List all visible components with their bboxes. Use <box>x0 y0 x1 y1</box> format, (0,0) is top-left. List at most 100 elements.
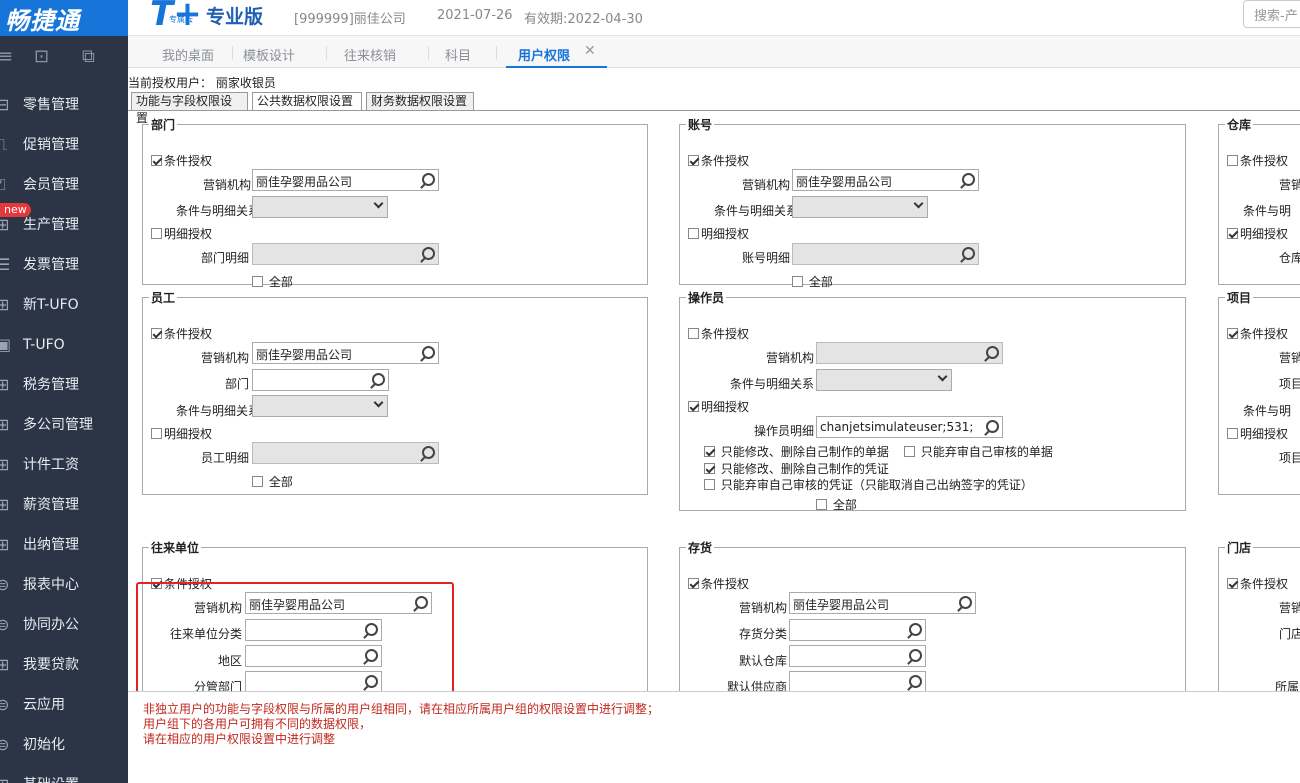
checkbox-unchecked[interactable] <box>816 499 827 510</box>
project-detail-auth[interactable]: 明细授权 <box>1227 425 1288 442</box>
operator-cond-auth[interactable]: 条件授权 <box>688 325 749 342</box>
checkbox-checked[interactable] <box>704 446 715 457</box>
tab-user-permission[interactable]: 用户权限 <box>518 45 570 64</box>
checkbox-checked[interactable] <box>688 401 699 412</box>
checkbox-checked[interactable] <box>151 328 162 339</box>
close-icon[interactable]: ✕ <box>584 43 596 59</box>
tab-my-desktop[interactable]: 我的桌面 <box>162 45 214 64</box>
tab-reconcile[interactable]: 往来核销 <box>344 45 396 64</box>
employee-marketing-input[interactable]: 丽佳孕婴用品公司 <box>252 342 439 364</box>
operator-detail-input[interactable]: chanjetsimulateuser;531; <box>816 416 1003 438</box>
inventory-cond-auth[interactable]: 条件授权 <box>688 575 749 592</box>
checkbox-checked[interactable] <box>688 155 699 166</box>
sidebar-item-14[interactable]: ⊜ 协同办公 <box>0 605 128 645</box>
project-rel-label: 条件与明 <box>1243 404 1292 418</box>
menu-icon[interactable]: ≡ <box>0 46 13 67</box>
checkbox-unchecked[interactable] <box>688 228 699 239</box>
sidebar: 畅捷通 ≡ ⊡ ⧉ ⊟ 零售管理 ⎍ 促销管理 ⍞ 会员管理 ⊞ 生产管理 ☰ 发票管理 ⊞ 新T-U… <box>0 0 128 783</box>
sidebar-item-7[interactable]: ▣ T-UFO <box>0 325 128 365</box>
checkbox-unchecked[interactable] <box>704 479 715 490</box>
subtab-finance-data[interactable]: 财务数据权限设置 <box>366 92 474 111</box>
dept-marketing-input[interactable]: 丽佳孕婴用品公司 <box>252 169 439 191</box>
sidebar-item-16[interactable]: ⊜ 云应用 <box>0 685 128 725</box>
subtab-function-fields[interactable]: 功能与字段权限设置 <box>131 92 248 125</box>
sidebar-item-12[interactable]: ⊞ 出纳管理 <box>0 525 128 565</box>
checkbox-unchecked[interactable] <box>151 228 162 239</box>
employee-detail-auth[interactable]: 明细授权 <box>151 425 212 442</box>
checkbox-checked[interactable] <box>1227 578 1238 589</box>
checkbox-unchecked[interactable] <box>1227 428 1238 439</box>
checkbox-checked[interactable] <box>688 578 699 589</box>
checkbox-unchecked[interactable] <box>1227 155 1238 166</box>
sidebar-item-8[interactable]: ⊞ 税务管理 <box>0 365 128 405</box>
dept-rel-select[interactable] <box>252 196 388 218</box>
operator-opt-unaudit-vouchers[interactable]: 只能弃审自己审核的凭证（只能取消自己出纳签字的凭证） <box>704 476 1033 493</box>
warehouse-cond-auth[interactable]: 条件授权 <box>1227 152 1288 169</box>
sidebar-item-17[interactable]: ⊜ 初始化 <box>0 725 128 765</box>
warehouse-detail-auth[interactable]: 明细授权 <box>1227 225 1288 242</box>
checkbox-checked[interactable] <box>1227 228 1238 239</box>
new-badge: new <box>0 203 31 217</box>
sidebar-item-10[interactable]: ⊞ 计件工资 <box>0 445 128 485</box>
tab-subjects[interactable]: 科目 <box>445 45 471 64</box>
top-bar: T+ 专属云 专业版 [999999]丽佳公司 2021-07-26 有效期:2… <box>128 0 1300 36</box>
employee-detail-input[interactable] <box>252 442 439 464</box>
company-name[interactable]: [999999]丽佳公司 <box>294 8 406 27</box>
sidebar-item-15[interactable]: ⊞ 我要贷款 <box>0 645 128 685</box>
search-input[interactable]: 搜索-产 <box>1243 0 1300 28</box>
inventory-warehouse-input[interactable] <box>789 645 926 667</box>
sidebar-item-11[interactable]: ⊞ 薪资管理 <box>0 485 128 525</box>
inventory-supplier-input[interactable] <box>789 671 926 691</box>
employee-rel-select[interactable] <box>252 395 388 417</box>
cashier-icon: ⊞ <box>0 535 10 554</box>
operator-opt-edit-vouchers[interactable]: 只能修改、删除自己制作的凭证 <box>704 460 889 477</box>
operator-all[interactable]: 全部 <box>816 496 857 513</box>
sidebar-item-18[interactable]: ⊞ 基础设置 <box>0 765 128 783</box>
tab-template-design[interactable]: 模板设计 <box>243 45 295 64</box>
operator-marketing-input[interactable] <box>816 342 1003 364</box>
new-window-icon[interactable]: ⧉ <box>82 46 95 67</box>
account-cond-auth[interactable]: 条件授权 <box>688 152 749 169</box>
store-cond-auth[interactable]: 条件授权 <box>1227 575 1288 592</box>
checkbox-unchecked[interactable] <box>792 276 803 287</box>
account-all[interactable]: 全部 <box>792 273 833 290</box>
account-detail-input[interactable] <box>792 243 979 265</box>
operator-opt-unaudit-docs[interactable]: 只能弃审自己审核的单据 <box>904 443 1053 460</box>
checkbox-unchecked[interactable] <box>904 446 915 457</box>
account-marketing-input[interactable]: 丽佳孕婴用品公司 <box>792 169 979 191</box>
store-title: 门店 <box>1227 541 1252 555</box>
dept-detail-auth[interactable]: 明细授权 <box>151 225 212 242</box>
sidebar-item-label: 发票管理 <box>23 257 79 273</box>
inventory-marketing-input[interactable]: 丽佳孕婴用品公司 <box>789 592 976 614</box>
checkbox-checked[interactable] <box>151 155 162 166</box>
employee-dept-input[interactable] <box>252 369 389 391</box>
inventory-category-input[interactable] <box>789 619 926 641</box>
sidebar-item-9[interactable]: ⊞ 多公司管理 <box>0 405 128 445</box>
dept-all[interactable]: 全部 <box>252 273 293 290</box>
checkbox-checked[interactable] <box>1227 328 1238 339</box>
sidebar-item-1[interactable]: ⊟ 零售管理 <box>0 85 128 125</box>
sidebar-item-2[interactable]: ⎍ 促销管理 <box>0 125 128 165</box>
employee-all[interactable]: 全部 <box>252 473 293 490</box>
sidebar-item-6[interactable]: ⊞ 新T-UFO <box>0 285 128 325</box>
checkbox-checked[interactable] <box>704 463 715 474</box>
checkbox-unchecked[interactable] <box>688 328 699 339</box>
dept-detail-input[interactable] <box>252 243 439 265</box>
checkbox-unchecked[interactable] <box>151 428 162 439</box>
checkbox-unchecked[interactable] <box>252 476 263 487</box>
sidebar-item-13[interactable]: ⊜ 报表中心 <box>0 565 128 605</box>
account-rel-select[interactable] <box>792 196 928 218</box>
sidebar-item-3[interactable]: ⍞ 会员管理 <box>0 165 128 205</box>
operator-detail-auth[interactable]: 明细授权 <box>688 398 749 415</box>
checkbox-unchecked[interactable] <box>252 276 263 287</box>
employee-cond-auth[interactable]: 条件授权 <box>151 325 212 342</box>
dept-cond-auth[interactable]: 条件授权 <box>151 152 212 169</box>
operator-opt-edit-docs[interactable]: 只能修改、删除自己制作的单据 <box>704 443 889 460</box>
search-box-icon[interactable]: ⊡ <box>34 46 49 67</box>
operator-rel-select[interactable] <box>816 369 952 391</box>
sidebar-item-5[interactable]: ☰ 发票管理 <box>0 245 128 285</box>
settings-icon: ⊞ <box>0 765 9 783</box>
project-cond-auth[interactable]: 条件授权 <box>1227 325 1288 342</box>
account-detail-auth[interactable]: 明细授权 <box>688 225 749 242</box>
subtab-common-data[interactable]: 公共数据权限设置 <box>252 92 362 111</box>
